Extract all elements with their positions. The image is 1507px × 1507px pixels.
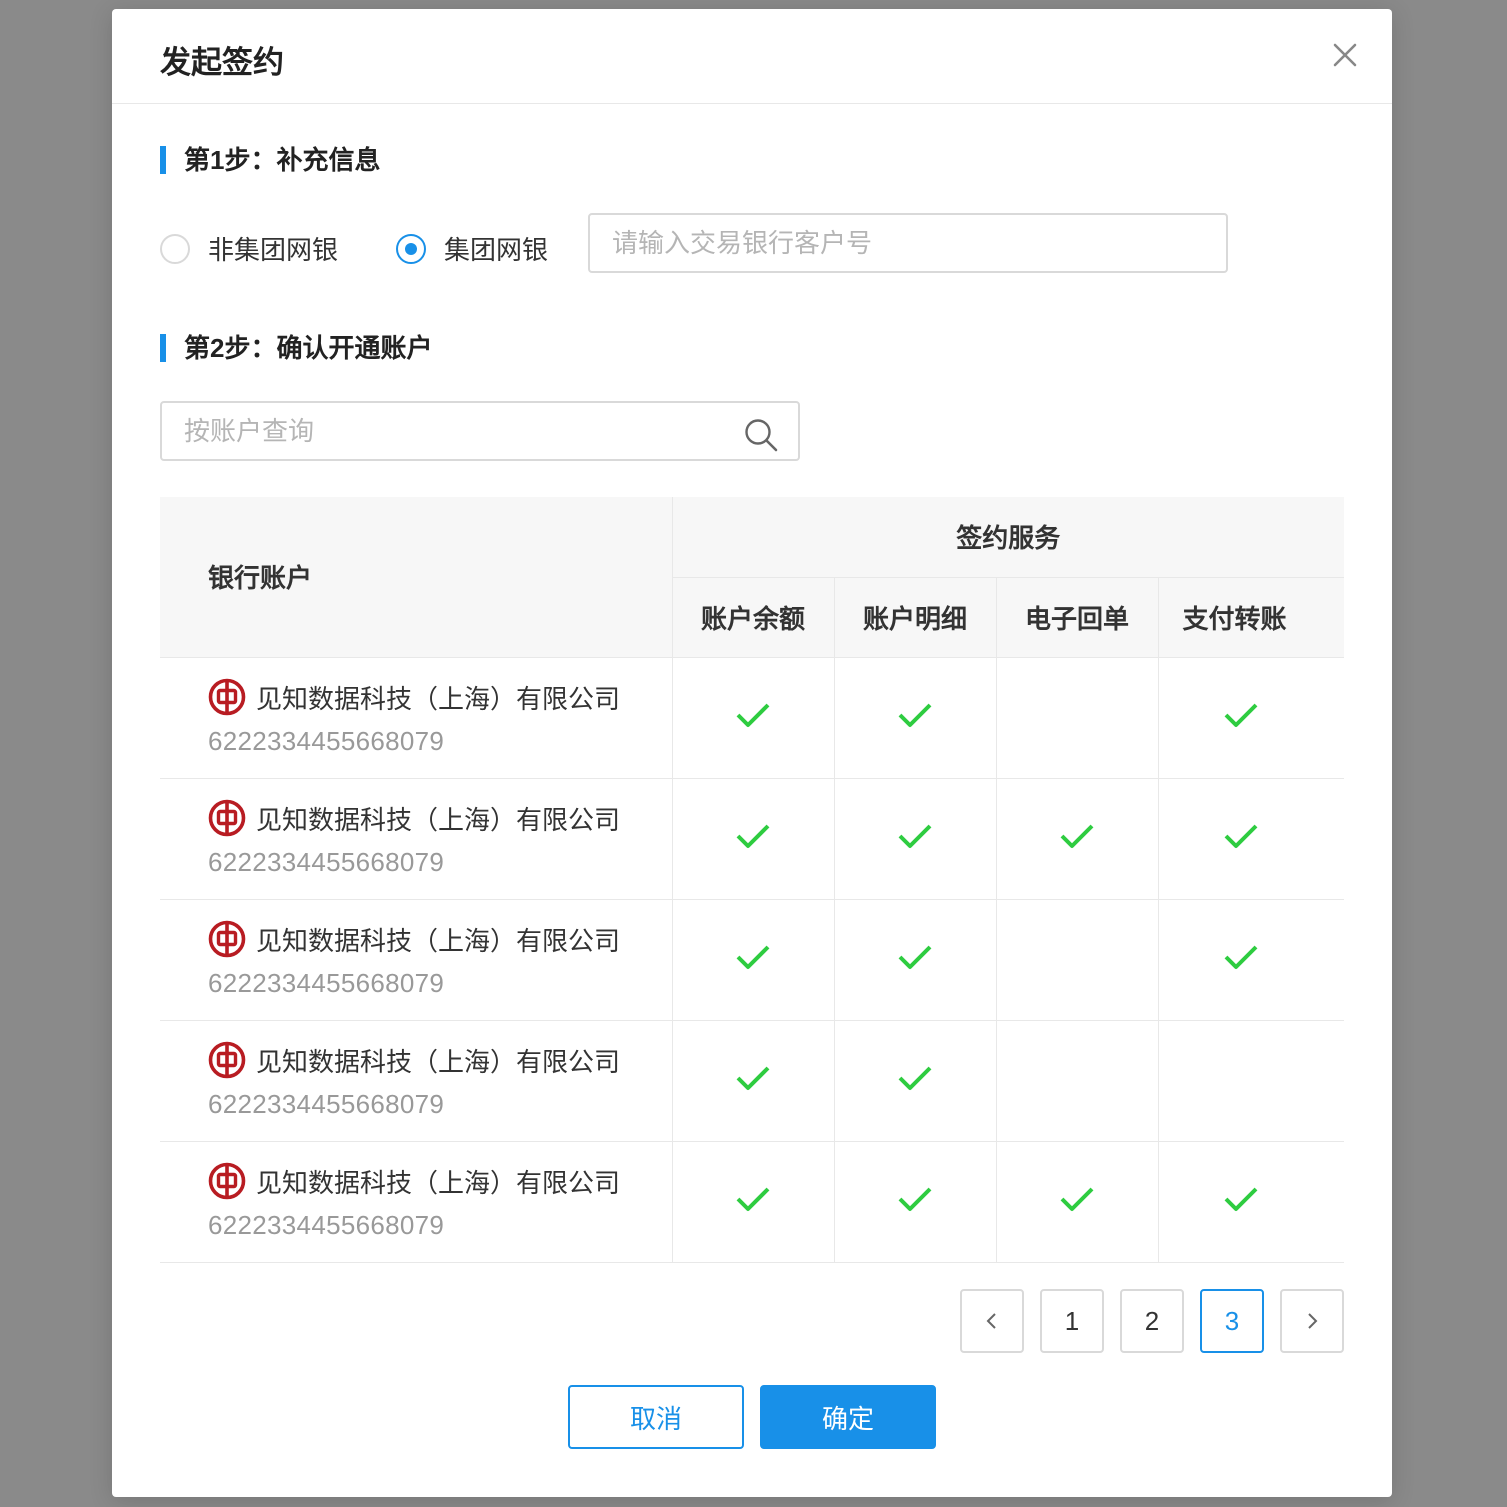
account-name: 见知数据科技（上海）有限公司 — [256, 1046, 621, 1077]
table-row: 见知数据科技（上海）有限公司 6222334455668079 — [160, 777, 1345, 900]
check-icon — [736, 824, 770, 848]
service-cell — [833, 1019, 997, 1142]
service-cell — [671, 656, 835, 779]
account-name: 见知数据科技（上海）有限公司 — [256, 683, 621, 714]
account-name-row: 见知数据科技（上海）有限公司 — [208, 799, 671, 837]
account-cell: 见知数据科技（上海）有限公司 6222334455668079 — [160, 656, 673, 779]
radio-non-group[interactable]: 非集团网银 — [160, 230, 338, 267]
check-icon — [1224, 1187, 1257, 1211]
account-name-row: 见知数据科技（上海）有限公司 — [208, 1162, 671, 1200]
service-cell — [833, 777, 997, 900]
account-number: 6222334455668079 — [208, 726, 445, 756]
bank-of-china-icon — [208, 678, 246, 716]
confirm-button[interactable]: 确定 — [760, 1385, 936, 1449]
service-cell — [1157, 777, 1345, 900]
service-cell — [995, 898, 1159, 1021]
account-number: 6222334455668079 — [208, 847, 445, 877]
bank-of-china-icon — [208, 1041, 246, 1079]
table-row: 见知数据科技（上海）有限公司 6222334455668079 — [160, 1140, 1345, 1263]
service-cell — [671, 777, 835, 900]
services-header: 签约服务 — [671, 497, 1345, 578]
check-icon — [736, 1066, 770, 1090]
service-cell — [995, 1019, 1159, 1142]
account-cell: 见知数据科技（上海）有限公司 6222334455668079 — [160, 1140, 673, 1263]
check-icon — [736, 1187, 770, 1211]
bank-of-china-icon — [208, 920, 246, 958]
check-icon — [736, 945, 770, 969]
check-icon — [1060, 1187, 1094, 1211]
account-cell: 见知数据科技（上海）有限公司 6222334455668079 — [160, 777, 673, 900]
service-col-detail: 账户明细 — [833, 576, 997, 658]
bank-of-china-icon — [208, 1162, 246, 1200]
account-name-row: 见知数据科技（上海）有限公司 — [208, 920, 671, 958]
radio-non-group-label: 非集团网银 — [208, 235, 339, 265]
account-search-input[interactable] — [160, 401, 800, 461]
account-name-row: 见知数据科技（上海）有限公司 — [208, 678, 671, 716]
service-cell — [671, 898, 835, 1021]
check-icon — [898, 824, 932, 848]
service-col-balance: 账户余额 — [672, 576, 835, 658]
account-name: 见知数据科技（上海）有限公司 — [256, 1167, 621, 1198]
radio-group[interactable]: 集团网银 — [396, 230, 548, 267]
account-number: 6222334455668079 — [208, 1089, 445, 1119]
table-row: 见知数据科技（上海）有限公司 6222334455668079 — [160, 656, 1345, 779]
bank-account-header: 银行账户 — [160, 497, 673, 658]
cancel-button[interactable]: 取消 — [568, 1385, 744, 1449]
page-button-3[interactable]: 3 — [1200, 1289, 1264, 1353]
service-cell — [833, 898, 997, 1021]
pagination: 1 2 3 — [960, 1289, 1344, 1353]
dialog-title: 发起签约 — [160, 45, 284, 80]
step2-title: 第2步：确认开通账户 — [160, 333, 432, 363]
service-cell — [833, 1140, 997, 1263]
check-icon — [1060, 824, 1094, 848]
account-name-row: 见知数据科技（上海）有限公司 — [208, 1041, 671, 1079]
check-icon — [1224, 945, 1257, 969]
service-cell — [995, 656, 1159, 779]
account-table: 银行账户 签约服务 账户余额 账户明细 电子回单 支付转账 见知数据科技（上海）… — [160, 497, 1345, 1263]
account-number: 6222334455668079 — [208, 1210, 445, 1240]
check-icon — [898, 945, 932, 969]
dialog-header: 发起签约 — [112, 9, 1392, 104]
bank-of-china-icon — [208, 799, 246, 837]
table-row: 见知数据科技（上海）有限公司 6222334455668079 — [160, 898, 1345, 1021]
sign-dialog: 发起签约 第1步：补充信息 非集团网银 集团网银 第2步：确认开通账户 银行账户… — [112, 9, 1392, 1497]
service-col-receipt: 电子回单 — [995, 576, 1159, 658]
customer-number-input[interactable] — [588, 213, 1228, 273]
check-icon — [736, 703, 770, 727]
check-icon — [1224, 824, 1257, 848]
service-cell — [671, 1019, 835, 1142]
account-cell: 见知数据科技（上海）有限公司 6222334455668079 — [160, 1019, 673, 1142]
radio-group-label: 集团网银 — [444, 235, 549, 265]
account-name: 见知数据科技（上海）有限公司 — [256, 925, 621, 956]
service-cell — [995, 1140, 1159, 1263]
step1-title: 第1步：补充信息 — [160, 145, 380, 175]
service-cell — [833, 656, 997, 779]
chevron-right-icon — [1308, 1313, 1318, 1329]
account-number: 6222334455668079 — [208, 968, 445, 998]
service-cell — [1157, 656, 1345, 779]
service-cell — [1157, 1140, 1345, 1263]
account-name: 见知数据科技（上海）有限公司 — [256, 804, 621, 835]
service-cell — [995, 777, 1159, 900]
page-button-2[interactable]: 2 — [1120, 1289, 1184, 1353]
service-cell — [1157, 898, 1345, 1021]
service-cell — [1157, 1019, 1345, 1142]
account-cell: 见知数据科技（上海）有限公司 6222334455668079 — [160, 898, 673, 1021]
radio-circle[interactable] — [160, 233, 190, 264]
radio-circle-checked[interactable] — [396, 233, 426, 264]
page-button-1[interactable]: 1 — [1040, 1289, 1104, 1353]
check-icon — [898, 703, 932, 727]
close-icon[interactable] — [1332, 42, 1358, 68]
chevron-left-icon — [986, 1313, 996, 1329]
table-row: 见知数据科技（上海）有限公司 6222334455668079 — [160, 1019, 1345, 1142]
next-page-button[interactable] — [1280, 1289, 1344, 1353]
service-col-transfer: 支付转账 — [1157, 576, 1345, 658]
check-icon — [898, 1066, 932, 1090]
service-cell — [671, 1140, 835, 1263]
search-icon[interactable] — [743, 417, 779, 453]
check-icon — [898, 1187, 932, 1211]
check-icon — [1224, 703, 1257, 727]
prev-page-button[interactable] — [960, 1289, 1024, 1353]
